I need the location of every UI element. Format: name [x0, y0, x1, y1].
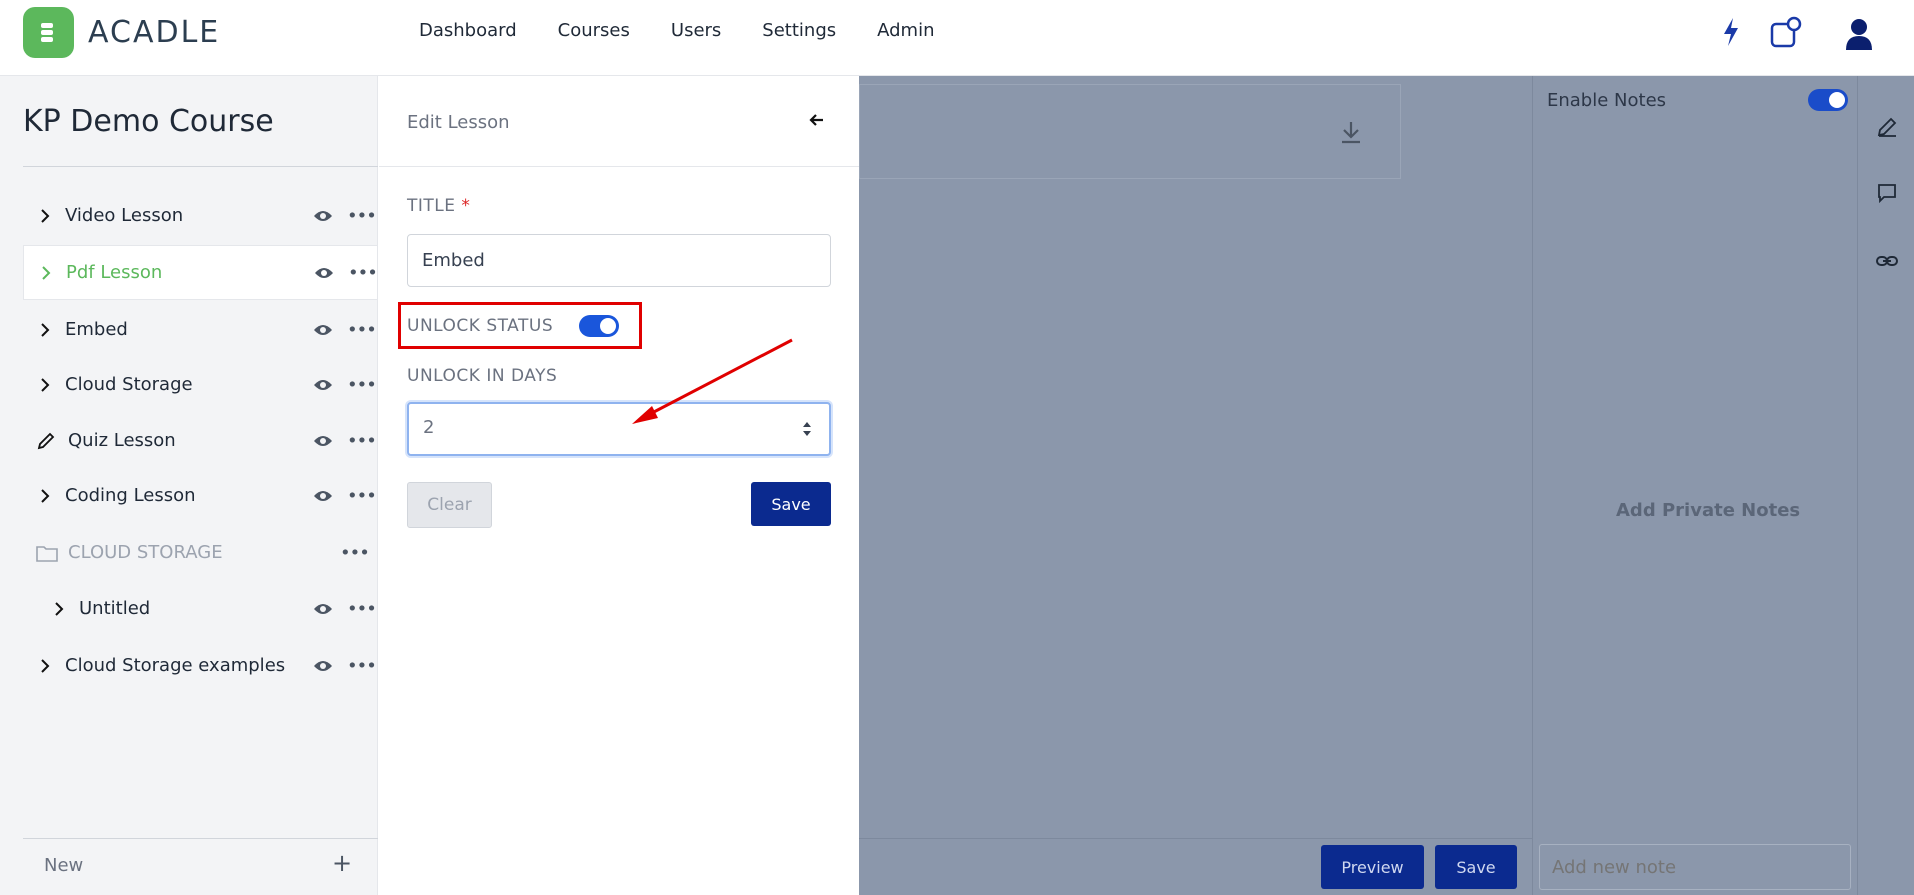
lesson-label: Embed [65, 319, 128, 340]
top-navbar: ACADLE Dashboard Courses Users Settings … [0, 0, 1914, 76]
chevron-right-icon [41, 322, 50, 337]
chevron-right-icon [41, 208, 50, 223]
unlock-status-toggle[interactable] [579, 315, 619, 337]
nav-users[interactable]: Users [671, 20, 721, 41]
lesson-item-quiz[interactable]: Quiz Lesson ••• [23, 413, 378, 468]
add-item-icon[interactable]: + [332, 849, 352, 877]
link-icon[interactable] [1876, 250, 1898, 272]
lesson-label: Video Lesson [65, 205, 184, 226]
divider [1532, 76, 1533, 895]
lesson-label: Quiz Lesson [68, 430, 176, 451]
unlock-days-value: 2 [423, 417, 435, 438]
chevron-right-icon [41, 488, 50, 503]
new-item-label[interactable]: New [44, 855, 83, 876]
unlock-days-input[interactable]: 2 [407, 402, 831, 456]
divider [859, 838, 1532, 839]
title-field-label: TITLE * [407, 196, 470, 216]
notifications-icon[interactable] [1770, 16, 1802, 50]
more-options-icon[interactable]: ••• [348, 262, 378, 283]
eye-icon[interactable] [313, 323, 333, 337]
lesson-item-cloud-storage[interactable]: Cloud Storage ••• [23, 357, 378, 412]
divider [23, 838, 378, 839]
eye-icon[interactable] [313, 209, 333, 223]
chevron-right-icon [55, 601, 64, 616]
lesson-item-cloud-storage-examples[interactable]: Cloud Storage examples ••• [23, 638, 378, 693]
lesson-label: Cloud Storage examples [65, 655, 286, 676]
lightning-icon[interactable] [1720, 16, 1742, 48]
lesson-item-pdf[interactable]: Pdf Lesson ••• [23, 245, 378, 300]
more-options-icon[interactable]: ••• [347, 205, 377, 226]
lesson-sidebar: KP Demo Course Video Lesson ••• Pdf Less… [0, 76, 378, 895]
edit-lesson-panel: Edit Lesson TITLE * UNLOCK STATUS UNLOCK… [379, 76, 859, 895]
lesson-item-coding[interactable]: Coding Lesson ••• [23, 468, 378, 523]
chevron-right-icon [41, 377, 50, 392]
unlock-status-label: UNLOCK STATUS [407, 316, 554, 336]
unlock-days-label: UNLOCK IN DAYS [407, 366, 558, 386]
divider [23, 166, 378, 167]
folder-item-cloud-storage[interactable]: CLOUD STORAGE ••• [23, 525, 378, 580]
edit-panel-header: Edit Lesson [379, 76, 859, 167]
preview-button[interactable]: Preview [1321, 845, 1424, 889]
required-mark: * [461, 196, 471, 216]
comment-icon[interactable] [1876, 182, 1898, 204]
lesson-item-untitled[interactable]: Untitled ••• [23, 581, 378, 636]
more-options-icon[interactable]: ••• [347, 598, 377, 619]
number-spinner-icon[interactable] [801, 419, 813, 439]
save-button[interactable]: Save [751, 482, 831, 526]
eye-icon[interactable] [313, 434, 333, 448]
pencil-icon [37, 432, 55, 449]
nav-settings[interactable]: Settings [762, 20, 836, 41]
lesson-item-video[interactable]: Video Lesson ••• [23, 188, 378, 243]
more-options-icon[interactable]: ••• [340, 542, 370, 563]
more-options-icon[interactable]: ••• [347, 430, 377, 451]
lesson-label: Coding Lesson [65, 485, 196, 506]
logo-text[interactable]: ACADLE [88, 15, 220, 50]
lesson-label: Cloud Storage [65, 374, 193, 395]
folder-label: CLOUD STORAGE [68, 542, 223, 563]
right-tool-rail [1857, 76, 1914, 895]
chevron-right-icon [41, 658, 50, 673]
eye-icon[interactable] [313, 489, 333, 503]
main-nav: Dashboard Courses Users Settings Admin [419, 20, 976, 41]
more-options-icon[interactable]: ••• [347, 319, 377, 340]
user-avatar-icon[interactable] [1844, 16, 1874, 52]
lesson-item-embed[interactable]: Embed ••• [23, 302, 378, 357]
lesson-label: Pdf Lesson [66, 262, 163, 283]
folder-icon [36, 545, 58, 562]
title-input[interactable] [407, 234, 831, 287]
lesson-label: Untitled [79, 598, 151, 619]
title-label-text: TITLE [407, 196, 456, 216]
edit-pen-icon[interactable] [1876, 116, 1898, 138]
enable-notes-toggle[interactable] [1808, 89, 1848, 111]
eye-icon[interactable] [314, 266, 334, 280]
content-card [859, 84, 1401, 179]
eye-icon[interactable] [313, 659, 333, 673]
download-icon[interactable] [1338, 119, 1364, 145]
nav-courses[interactable]: Courses [558, 20, 630, 41]
eye-icon[interactable] [313, 602, 333, 616]
more-options-icon[interactable]: ••• [347, 374, 377, 395]
modal-overlay: Enable Notes Add Private Notes Preview S… [859, 76, 1914, 895]
nav-dashboard[interactable]: Dashboard [419, 20, 517, 41]
new-note-input[interactable] [1539, 844, 1851, 890]
course-title: KP Demo Course [23, 104, 274, 139]
chevron-right-icon [42, 265, 51, 280]
save-lesson-button[interactable]: Save [1435, 845, 1517, 889]
back-arrow-icon[interactable] [809, 112, 825, 128]
more-options-icon[interactable]: ••• [347, 485, 377, 506]
nav-admin[interactable]: Admin [877, 20, 934, 41]
clear-button[interactable]: Clear [407, 482, 492, 528]
edit-panel-title: Edit Lesson [407, 112, 510, 133]
enable-notes-label: Enable Notes [1547, 90, 1667, 111]
add-private-notes-label: Add Private Notes [1616, 500, 1801, 521]
more-options-icon[interactable]: ••• [347, 655, 377, 676]
logo-icon[interactable] [23, 7, 74, 58]
eye-icon[interactable] [313, 378, 333, 392]
